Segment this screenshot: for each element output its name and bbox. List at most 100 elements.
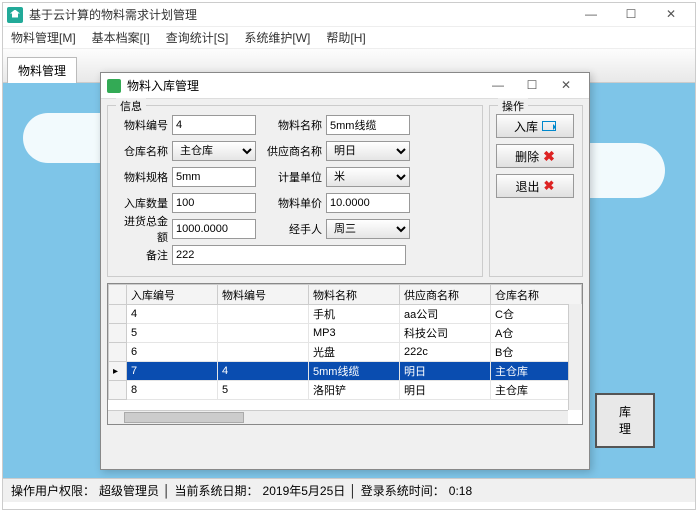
maximize-button[interactable]: ☐ [611,5,651,25]
row-header [109,324,127,343]
dialog-icon [107,79,121,93]
table-row[interactable]: 745mm线缆明日主仓库 [109,362,582,381]
cell-in-id: 8 [127,381,218,400]
cell-material-name: 洛阳铲 [309,381,400,400]
exit-button[interactable]: 退出✖ [496,174,574,198]
cell-supplier: 明日 [400,381,491,400]
supplier-label: 供应商名称 [256,143,326,159]
statusbar: 操作用户权限： 超级管理员 │ 当前系统日期： 2019年5月25日 │ 登录系… [3,478,695,502]
scroll-thumb[interactable] [124,412,244,423]
stock-in-button[interactable]: 入库 [496,114,574,138]
warehouse-select[interactable]: 主仓库 [172,141,256,161]
col-supplier[interactable]: 供应商名称 [400,285,491,305]
col-warehouse[interactable]: 仓库名称 [491,285,582,305]
cell-supplier: 明日 [400,362,491,381]
row-header [109,305,127,324]
horizontal-scrollbar[interactable] [108,410,568,424]
table-row[interactable]: 6光盘222cB仓 [109,343,582,362]
total-label: 进货总金额 [114,213,172,245]
material-name-input[interactable] [326,115,410,135]
table-row[interactable]: 85洛阳铲明日主仓库 [109,381,582,400]
dialog-close[interactable]: ✕ [549,76,583,96]
row-header [109,362,127,381]
main-title: 基于云计算的物料需求计划管理 [29,6,571,23]
menu-query[interactable]: 查询统计[S] [166,29,229,46]
cell-material-id [218,305,309,324]
dialog-maximize[interactable]: ☐ [515,76,549,96]
dialog-title: 物料入库管理 [127,77,199,94]
exit-icon: ✖ [544,178,555,194]
stock-in-icon [542,121,556,131]
col-material-name[interactable]: 物料名称 [309,285,400,305]
total-input[interactable] [172,219,256,239]
note-input[interactable] [172,245,406,265]
cell-material-id [218,343,309,362]
dialog-minimize[interactable]: — [481,76,515,96]
operation-group-label: 操作 [498,98,528,114]
col-material-id[interactable]: 物料编号 [218,285,309,305]
tab-material[interactable]: 物料管理 [7,57,77,83]
cell-in-id: 6 [127,343,218,362]
delete-icon: ✖ [543,148,555,165]
price-input[interactable] [326,193,410,213]
material-id-label: 物料编号 [114,117,172,133]
row-header [109,381,127,400]
material-name-label: 物料名称 [256,117,326,133]
info-group: 信息 物料编号 物料名称 仓库名称 主仓库 供应商名称 明日 物料规格 计量单位… [107,105,483,277]
cell-material-id [218,324,309,343]
info-group-label: 信息 [116,98,146,114]
status-role-label: 操作用户权限： [11,482,95,499]
status-date-label: 当前系统日期： [175,482,259,499]
cell-in-id: 7 [127,362,218,381]
cell-material-name: 5mm线缆 [309,362,400,381]
menu-system[interactable]: 系统维护[W] [244,29,310,46]
main-titlebar: 基于云计算的物料需求计划管理 — ☐ ✕ [3,3,695,27]
home-icon [7,7,23,23]
handler-label: 经手人 [256,221,326,237]
row-header-col [109,285,127,305]
cell-supplier: 科技公司 [400,324,491,343]
material-in-dialog: 物料入库管理 — ☐ ✕ 信息 物料编号 物料名称 仓库名称 主仓库 供应商名称… [100,72,590,470]
cell-supplier: aa公司 [400,305,491,324]
unit-select[interactable]: 米 [326,167,410,187]
note-label: 备注 [114,247,172,263]
spec-input[interactable] [172,167,256,187]
cell-in-id: 4 [127,305,218,324]
table-row[interactable]: 4手机aa公司C仓 [109,305,582,324]
unit-label: 计量单位 [256,169,326,185]
warehouse-label: 仓库名称 [114,143,172,159]
cell-in-id: 5 [127,324,218,343]
delete-button[interactable]: 删除✖ [496,144,574,168]
close-button[interactable]: ✕ [651,5,691,25]
cell-material-name: MP3 [309,324,400,343]
status-date: 2019年5月25日 [263,482,346,499]
row-header [109,343,127,362]
status-role: 超级管理员 [99,482,159,499]
cell-supplier: 222c [400,343,491,362]
cell-material-id: 5 [218,381,309,400]
material-id-input[interactable] [172,115,256,135]
status-login: 0:18 [449,484,472,498]
price-label: 物料单价 [256,195,326,211]
qty-label: 入库数量 [114,195,172,211]
dialog-titlebar: 物料入库管理 — ☐ ✕ [101,73,589,99]
cell-material-name: 手机 [309,305,400,324]
menubar: 物料管理[M] 基本档案[I] 查询统计[S] 系统维护[W] 帮助[H] [3,27,695,49]
qty-input[interactable] [172,193,256,213]
cell-material-name: 光盘 [309,343,400,362]
menu-archive[interactable]: 基本档案[I] [92,29,150,46]
table-row[interactable]: 5MP3科技公司A仓 [109,324,582,343]
menu-help[interactable]: 帮助[H] [326,29,365,46]
cell-material-id: 4 [218,362,309,381]
minimize-button[interactable]: — [571,5,611,25]
handler-select[interactable]: 周三 [326,219,410,239]
data-grid[interactable]: 入库编号 物料编号 物料名称 供应商名称 仓库名称 4手机aa公司C仓5MP3科… [107,283,583,425]
vertical-scrollbar[interactable] [568,304,582,410]
status-login-label: 登录系统时间： [361,482,445,499]
warehouse-mgmt-button[interactable]: 库 理 [595,393,655,448]
operation-group: 操作 入库 删除✖ 退出✖ [489,105,583,277]
menu-material[interactable]: 物料管理[M] [11,29,76,46]
supplier-select[interactable]: 明日 [326,141,410,161]
spec-label: 物料规格 [114,169,172,185]
col-in-id[interactable]: 入库编号 [127,285,218,305]
